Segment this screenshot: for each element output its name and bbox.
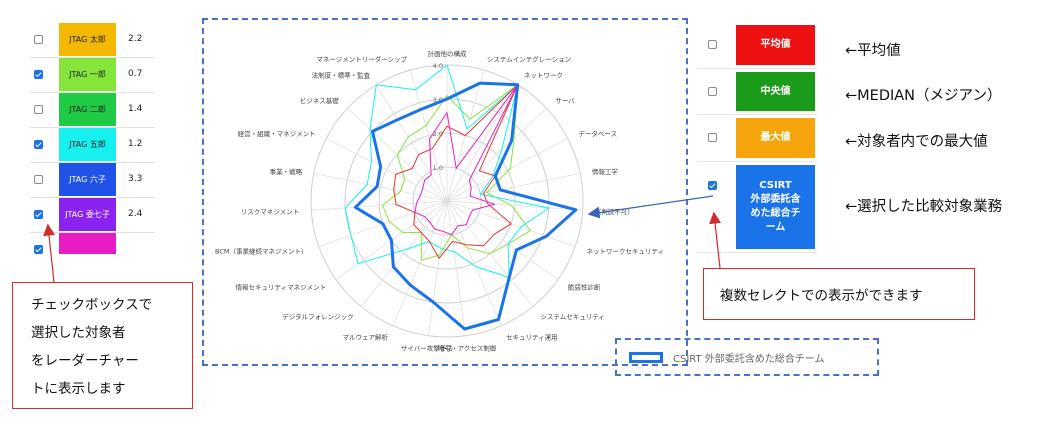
comparison-label: 平均値 [736,25,815,65]
comparison-checkbox[interactable] [708,40,717,49]
radar-spoke [446,172,581,202]
legend-swatch [629,351,663,363]
person-checkbox[interactable] [34,105,43,114]
person-row: JTAG 一郎 0.7 [30,57,155,93]
person-score: 0.7 [128,69,143,79]
comparison-label: CSIRT 外部委託含 めた総合チ ーム [736,165,815,249]
person-name: JTAG 六子 [59,163,116,196]
radar-axis-label: サイバー攻撃手法 [401,344,453,353]
person-name [59,233,116,254]
person-row [30,232,155,254]
callout-line: 選択した対象者 [31,325,126,341]
note-selected: ←選択した比較対象業務 [845,199,1003,215]
person-score: 3.3 [128,174,143,184]
person-score: 2.2 [128,34,143,44]
note-average: ←平均値 [845,43,901,59]
comparison-row: 中央値 [697,69,817,115]
radar-spoke [428,200,448,336]
radar-axis-label: ビジネス基礎 [300,96,340,105]
radar-axis-label: 情報工学 [592,167,619,176]
radar-axis-label: 計画他の構成 [428,49,468,58]
callout-line: トに表示します [31,381,126,397]
person-score: 1.4 [128,104,143,114]
radar-spoke [326,138,448,202]
person-checkbox[interactable] [34,245,43,254]
person-name: JTAG 二郎 [59,93,116,126]
radar-spoke [313,172,448,202]
callout-multi-select: 複数セレクトでの表示ができます [703,268,975,320]
person-checkbox[interactable] [34,175,43,184]
chart-legend[interactable]: CSIRT 外部委託含めた総合チーム [615,338,879,376]
comparison-checkbox[interactable] [708,133,717,142]
comparison-label: 中央値 [736,72,815,111]
person-row: JTAG 太郎 2.2 [30,22,155,58]
person-checkbox[interactable] [34,35,43,44]
radar-axis-label: システムインテグレーション [487,55,571,64]
note-median: ←MEDIAN（メジアン） [845,88,1002,104]
person-name: JTAG 一郎 [59,58,116,91]
comparison-label: 最大値 [736,118,815,158]
note-max: ←対象者内での最大値 [845,134,988,150]
person-checkbox[interactable] [34,210,43,219]
callout-line: チェックボックスで [31,297,153,313]
comparison-row: 平均値 [697,22,817,69]
person-checkbox[interactable] [34,70,43,79]
person-row: JTAG 五郎 1.2 [30,127,155,163]
person-name: JTAG 委七子 [59,198,116,231]
radar-axis-label: 経営・組織・マネジメント [238,129,316,138]
radar-axis-label: 情報セキュリティマネジメント [235,282,326,291]
radar-axis-label: マネージメントリーダーシップ [316,55,407,64]
radar-axis-label: データベース [578,129,617,138]
person-row: JTAG 六子 3.3 [30,162,155,198]
radar-spoke [446,84,519,202]
comparison-table: 平均値中央値最大値 CSIRT 外部委託含 めた総合チ ーム [697,22,817,260]
legend-label: CSIRT 外部委託含めた総合チーム [673,353,825,365]
radar-axis-label: 脆弱性診断 [568,282,601,291]
comparison-row: CSIRT 外部委託含 めた総合チ ーム [697,162,817,253]
radar-series-0 [353,81,578,331]
person-row: JTAG 委七子 2.4 [30,197,155,233]
radar-axis-label: BCM（事業継続マネジメント） [215,247,308,256]
callout-checkbox-help: チェックボックスで 選択した対象者 をレーダーチャー トに表示します [12,282,193,409]
radar-tick-label: 1.0 [433,164,443,172]
radar-axis-label: セキュリティ運用 [506,333,558,342]
person-row: JTAG 二郎 1.4 [30,92,155,128]
person-name: JTAG 五郎 [59,128,116,161]
radar-axis-label: ネットワーク [524,72,563,80]
person-name: JTAG 太郎 [59,23,116,56]
radar-axis-label: リスクマネジメント [241,208,299,216]
person-score: 2.4 [128,209,143,219]
comparison-checkbox[interactable] [708,181,717,190]
person-table: JTAG 太郎 2.2 JTAG 一郎 0.7 JTAG 二郎 1.4 JTAG 五郎 1.2… [30,22,155,254]
radar-chart-panel: 1.0 2.0 3.0 4.0 計画他の構成 システムインテグレーション ネットワーク サーバ… [202,18,688,366]
person-score: 1.2 [128,139,143,149]
radar-axis-label: デジタルフォレンジック [282,312,353,321]
radar-axis-label: マルウェア解析 [343,333,389,342]
radar-axis-label: （判読不可） [595,207,634,216]
person-checkbox[interactable] [34,140,43,149]
callout-line: をレーダーチャー [31,353,139,369]
comparison-row: 最大値 [697,115,817,162]
radar-axis-label: 法制度・標準・監査 [312,71,371,80]
radar-axis-label: サーバ [555,97,575,105]
radar-axis-label: システムセキュリティ [540,313,604,321]
comparison-checkbox[interactable] [708,86,717,96]
radar-chart: 1.02.03.04.0計画他の構成システムインテグレーションネットワークサーバ… [215,49,665,353]
radar-spoke [446,107,547,202]
radar-axis-label: 事業・戦略 [270,167,303,176]
radar-axis-label: ネットワークセキュリティ [587,248,665,256]
